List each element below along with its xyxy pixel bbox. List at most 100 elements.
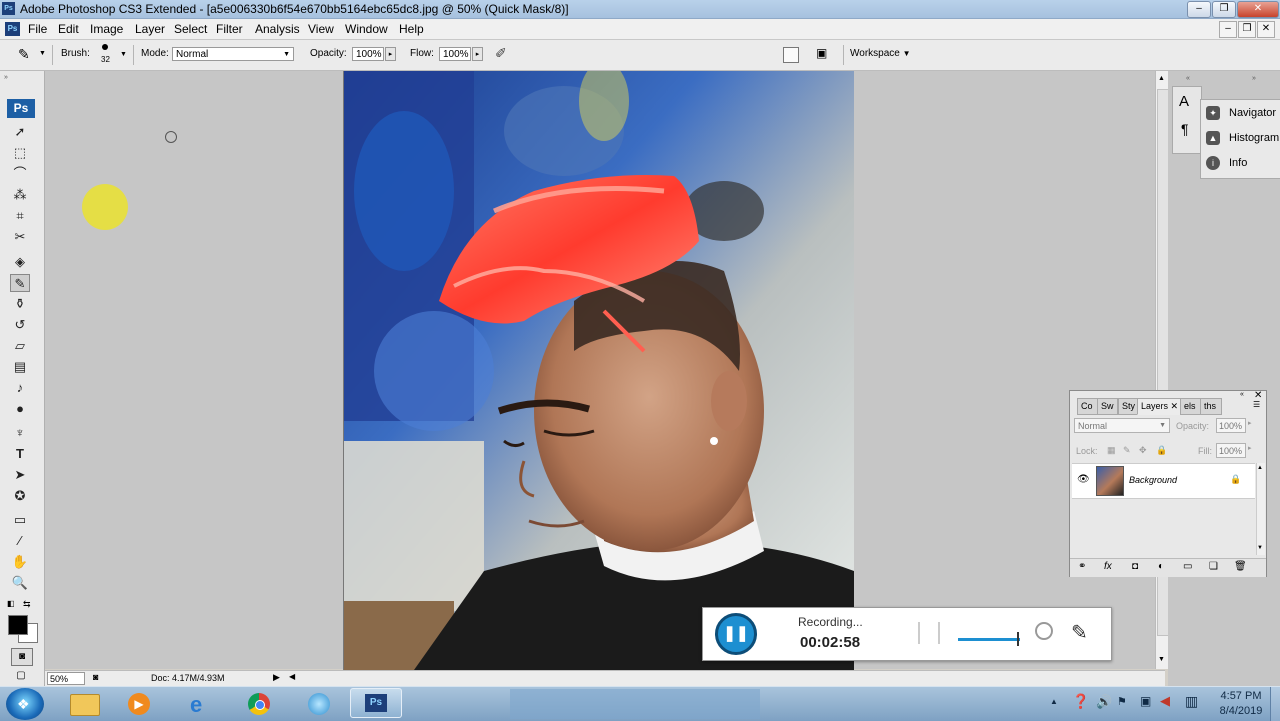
- fill-arrow-icon[interactable]: ▸: [1248, 444, 1252, 452]
- media-player-taskbar-icon[interactable]: ▶: [118, 690, 158, 718]
- tab-channels[interactable]: els: [1180, 398, 1202, 415]
- toolbox-collapse-icon[interactable]: »: [4, 74, 8, 81]
- speaker-icon[interactable]: 🔊: [1096, 694, 1112, 710]
- flow-slider-button[interactable]: ▸: [472, 47, 483, 61]
- lock-transparency-icon[interactable]: ▦: [1107, 445, 1116, 456]
- menu-select[interactable]: Select: [174, 22, 207, 36]
- zoom-tool-icon[interactable]: 🔍: [10, 574, 30, 592]
- tab-paths[interactable]: ths: [1200, 398, 1222, 415]
- start-button[interactable]: ❖: [6, 688, 44, 720]
- custom-shape-tool-icon[interactable]: ✪: [10, 487, 30, 505]
- dodge-tool-icon[interactable]: ●: [10, 400, 30, 418]
- volume-slider[interactable]: [958, 638, 1020, 641]
- menu-image[interactable]: Image: [90, 22, 123, 36]
- history-brush-tool-icon[interactable]: ↺: [10, 316, 30, 334]
- navigator-panel-button[interactable]: ✦ Navigator: [1201, 101, 1280, 125]
- info-panel-button[interactable]: i Info: [1201, 151, 1280, 175]
- help-tray-icon[interactable]: ❓: [1072, 693, 1089, 710]
- network-app-taskbar-icon[interactable]: [298, 690, 338, 718]
- tab-layers[interactable]: Layers ✕: [1137, 398, 1185, 415]
- layers-opacity-field[interactable]: 100%: [1216, 418, 1246, 433]
- layers-scrollbar[interactable]: ▲ ▼: [1256, 463, 1265, 555]
- photoshop-logo[interactable]: Ps: [7, 99, 35, 118]
- antivirus-icon[interactable]: ◀: [1160, 693, 1170, 709]
- new-group-icon[interactable]: ▭: [1183, 561, 1192, 572]
- panel-menu-icon[interactable]: ☰: [1253, 400, 1260, 409]
- tool-preset-dropdown-icon[interactable]: ▼: [39, 50, 46, 57]
- healing-brush-tool-icon[interactable]: ◈: [10, 253, 30, 271]
- slice-tool-icon[interactable]: ✂: [10, 228, 30, 246]
- close-button[interactable]: ✕: [1237, 1, 1279, 18]
- menu-help[interactable]: Help: [399, 22, 424, 36]
- airbrush-icon[interactable]: ✐: [495, 45, 507, 62]
- link-layers-icon[interactable]: ⚭: [1078, 561, 1086, 572]
- type-tool-icon[interactable]: T: [10, 445, 30, 463]
- scroll-down-icon[interactable]: ▼: [1257, 545, 1263, 551]
- path-selection-tool-icon[interactable]: ➤: [10, 466, 30, 484]
- delete-layer-icon[interactable]: 🗑: [1234, 561, 1247, 572]
- tab-color[interactable]: Co: [1077, 398, 1098, 415]
- show-desktop-button[interactable]: [1270, 687, 1280, 721]
- action-center-icon[interactable]: ▥: [1185, 693, 1198, 710]
- flag-icon[interactable]: ⚑: [1117, 695, 1127, 708]
- hand-tool-icon[interactable]: ✋: [10, 553, 30, 571]
- scroll-down-icon[interactable]: ▼: [1158, 656, 1165, 663]
- layer-row-background[interactable]: 👁 Background 🔒: [1072, 463, 1255, 499]
- status-icon[interactable]: ◙: [93, 672, 98, 682]
- magic-wand-tool-icon[interactable]: ⁂: [10, 186, 30, 204]
- eye-icon[interactable]: 👁: [1077, 474, 1090, 485]
- webcam-icon[interactable]: [1035, 622, 1053, 640]
- tab-styles[interactable]: Sty: [1118, 398, 1139, 415]
- panel-collapse-icon[interactable]: «: [1240, 391, 1244, 398]
- menu-layer[interactable]: Layer: [135, 22, 165, 36]
- volume-slider-handle[interactable]: [1017, 632, 1019, 646]
- move-tool-icon[interactable]: ➚: [10, 123, 30, 141]
- lock-all-icon[interactable]: 🔒: [1156, 445, 1167, 456]
- menu-edit[interactable]: Edit: [58, 22, 79, 36]
- menu-window[interactable]: Window: [345, 22, 388, 36]
- show-hidden-icons-icon[interactable]: ▲: [1050, 697, 1058, 706]
- blend-mode-select[interactable]: Normal ▼: [1074, 418, 1170, 433]
- opacity-field[interactable]: 100%: [352, 47, 384, 61]
- scroll-up-icon[interactable]: ▲: [1257, 465, 1263, 471]
- doc-restore-button[interactable]: ❐: [1238, 21, 1256, 38]
- clone-stamp-tool-icon[interactable]: ⚱: [10, 295, 30, 313]
- minimize-button[interactable]: –: [1187, 1, 1211, 18]
- flow-field[interactable]: 100%: [439, 47, 471, 61]
- vertical-scrollbar[interactable]: ▲ ▼: [1155, 71, 1169, 669]
- brush-tool-icon[interactable]: ✎: [10, 274, 30, 292]
- status-menu-arrow-icon[interactable]: ▶: [273, 672, 280, 683]
- photoshop-taskbar-icon[interactable]: Ps: [350, 688, 402, 718]
- blur-tool-icon[interactable]: ♪: [10, 379, 30, 397]
- lock-pixels-icon[interactable]: ✎: [1123, 445, 1131, 456]
- menu-view[interactable]: View: [308, 22, 334, 36]
- mode-select[interactable]: Normal ▼: [172, 47, 294, 61]
- menu-filter[interactable]: Filter: [216, 22, 243, 36]
- brush-picker-dropdown-icon[interactable]: ▼: [120, 51, 127, 58]
- clock-date[interactable]: 8/4/2019: [1215, 705, 1267, 717]
- pen-tool-icon[interactable]: ♆: [10, 424, 30, 442]
- explorer-taskbar-icon[interactable]: [64, 690, 104, 718]
- tab-swatches[interactable]: Sw: [1097, 398, 1118, 415]
- doc-close-button[interactable]: ✕: [1257, 21, 1275, 38]
- fill-field[interactable]: 100%: [1216, 443, 1246, 458]
- pause-recording-button[interactable]: ❚❚: [715, 613, 757, 655]
- doc-minimize-button[interactable]: –: [1219, 21, 1237, 38]
- photoshop-document-icon[interactable]: Ps: [5, 22, 20, 36]
- marquee-tool-icon[interactable]: ⬚: [10, 144, 30, 162]
- maximize-button[interactable]: ❐: [1212, 1, 1236, 18]
- adjustment-layer-icon[interactable]: ◐: [1158, 561, 1164, 572]
- menu-analysis[interactable]: Analysis: [255, 22, 300, 36]
- clock-time[interactable]: 4:57 PM: [1218, 690, 1264, 702]
- document-canvas[interactable]: [343, 71, 854, 670]
- add-mask-icon[interactable]: ◘: [1132, 561, 1138, 572]
- layers-opacity-arrow-icon[interactable]: ▸: [1248, 419, 1252, 427]
- zoom-field[interactable]: 50%: [47, 672, 85, 685]
- dock-collapse-icon[interactable]: «: [1186, 75, 1190, 82]
- menu-file[interactable]: File: [28, 22, 47, 36]
- crop-tool-icon[interactable]: ⌗: [10, 207, 30, 225]
- paragraph-panel-icon[interactable]: ¶: [1181, 121, 1189, 137]
- eraser-tool-icon[interactable]: ▱: [10, 337, 30, 355]
- internet-explorer-taskbar-icon[interactable]: e: [180, 690, 220, 718]
- gradient-tool-icon[interactable]: ▤: [10, 358, 30, 376]
